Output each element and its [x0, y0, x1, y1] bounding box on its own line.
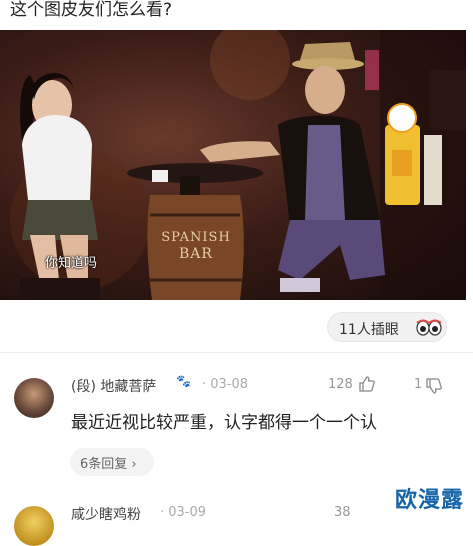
replies-label: 6条回复 ›	[80, 457, 137, 472]
barrel-line-1: SPANISH	[161, 230, 231, 245]
dislike-count: 1	[414, 377, 423, 392]
barrel-line-2: BAR	[179, 246, 213, 262]
comment-text: 最近近视比较严重，认字都得一个一个认	[71, 413, 377, 433]
section-divider	[0, 352, 473, 353]
watermark: 欧漫露	[395, 488, 465, 513]
post-question: 这个图皮友们怎么看?	[10, 0, 173, 20]
thumbs-up-icon[interactable]	[358, 375, 376, 393]
comment-date: · 03-08	[202, 377, 249, 392]
thumbs-down-icon[interactable]	[425, 377, 443, 395]
view-replies-button[interactable]: 6条回复 ›	[70, 448, 154, 476]
viewers-pill[interactable]: 11人插眼	[327, 312, 447, 342]
viewers-label: 11人插眼	[339, 322, 399, 338]
eyes-icon	[416, 319, 442, 336]
comment-username[interactable]: (段) 地藏菩萨	[71, 376, 156, 396]
reaction-bar: 11人插眼	[0, 300, 473, 352]
comment-item: (段) 地藏菩萨 🐾 · 03-08 128 1 最近近视比较严重，认字都得一个…	[0, 368, 473, 478]
paw-icon: 🐾	[176, 374, 191, 388]
barrel-label: SPANISH BAR	[150, 230, 242, 262]
comment-date: · 03-09	[160, 505, 207, 520]
avatar[interactable]	[14, 506, 54, 546]
like-count: 38	[334, 505, 351, 520]
avatar[interactable]	[14, 378, 54, 418]
like-count: 128	[328, 377, 353, 392]
video-frame[interactable]: SPANISH BAR 你知道吗	[0, 30, 466, 300]
video-subtitle: 你知道吗	[45, 256, 98, 271]
comment-username[interactable]: 咸少瞎鸡粉	[71, 504, 141, 524]
